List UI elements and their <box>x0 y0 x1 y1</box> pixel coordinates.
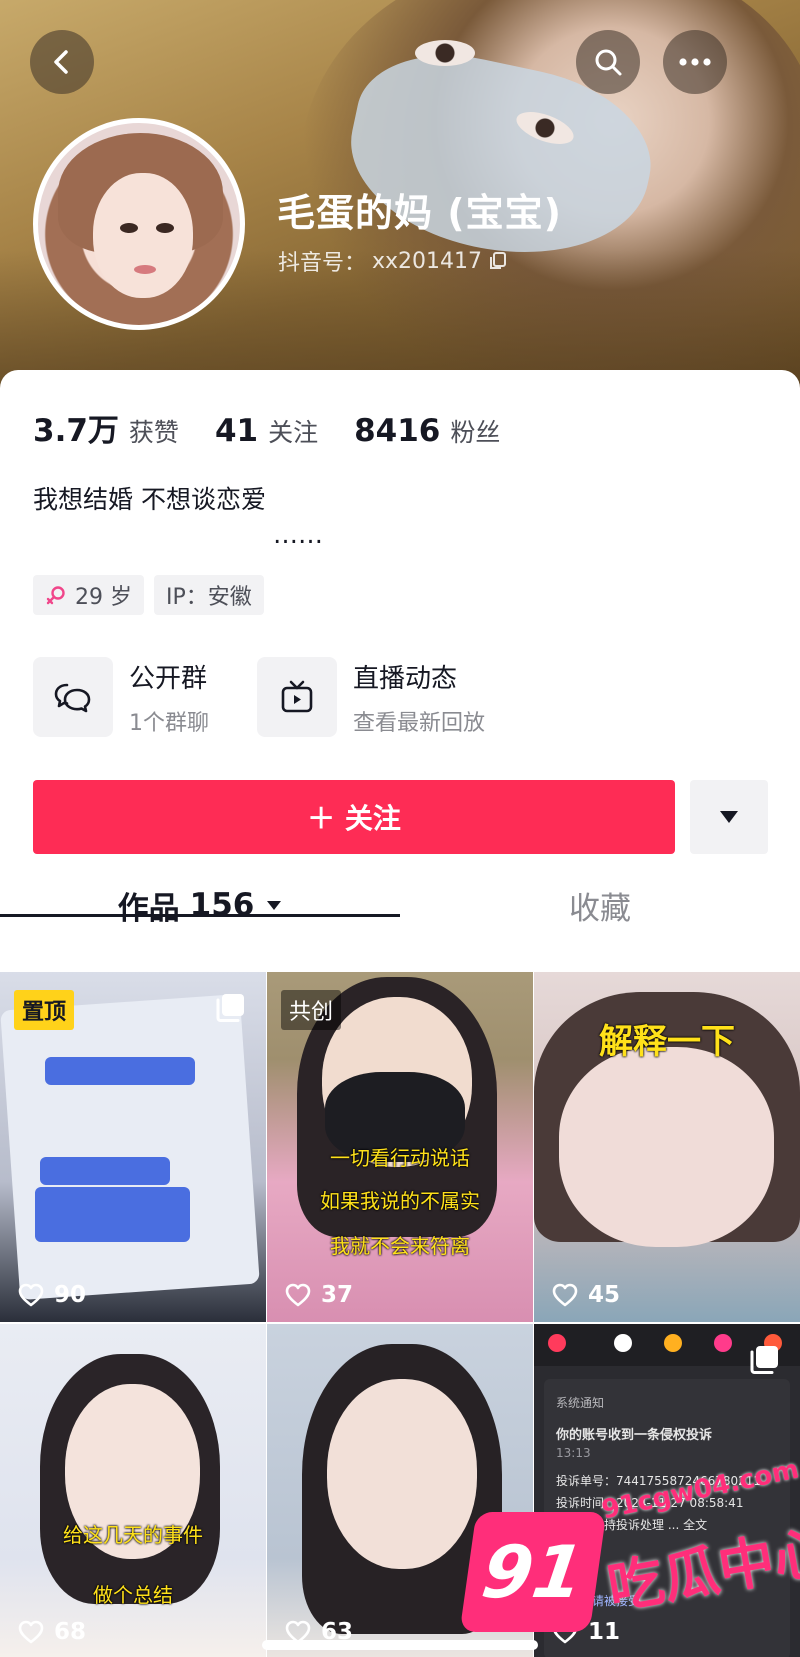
live-updates-subtitle: 查看最新回放 <box>353 710 486 736</box>
live-updates-title: 直播动态 <box>353 663 458 694</box>
douyin-id[interactable]: 抖音号： xx201417 <box>278 245 508 277</box>
like-count: 68 <box>18 1619 86 1645</box>
stat-followers-label: 粉丝 <box>450 418 501 447</box>
stat-followers[interactable]: 8416 粉丝 <box>354 413 500 449</box>
ip-tag: IP：安徽 <box>154 575 264 615</box>
douyin-id-value: xx201417 <box>372 248 483 274</box>
video-thumbnail[interactable]: 共创 一切看行动说话 如果我说的不属实 我就不会来符离 37 <box>267 972 533 1322</box>
pinned-badge: 置顶 <box>14 990 75 1030</box>
follow-button[interactable]: ＋ 关注 <box>33 780 675 854</box>
more-options-button[interactable] <box>663 30 727 94</box>
like-count: 45 <box>552 1282 620 1308</box>
stat-following-label: 关注 <box>268 418 319 447</box>
bio-expand[interactable]: …… <box>273 520 323 549</box>
copy-icon[interactable] <box>488 251 508 271</box>
video-caption: 一切看行动说话 <box>330 1146 470 1170</box>
search-icon <box>595 49 622 76</box>
caret-down-icon <box>267 900 282 910</box>
like-count-value: 68 <box>54 1619 87 1645</box>
video-thumbnail[interactable]: 解释一下 45 <box>534 972 800 1322</box>
video-title-overlay: 解释一下 <box>599 1022 735 1062</box>
public-group-subtitle: 1个群聊 <box>129 710 209 736</box>
avatar[interactable] <box>33 118 245 330</box>
tab-active-indicator <box>0 914 400 917</box>
heart-outline-icon <box>18 1620 44 1644</box>
like-count-value: 90 <box>54 1282 87 1308</box>
stat-following[interactable]: 41 关注 <box>215 413 318 449</box>
group-chat-icon <box>54 683 91 713</box>
tv-icon <box>281 680 313 713</box>
more-dots-icon <box>679 58 711 66</box>
video-thumbnail[interactable]: 置顶 90 <box>0 972 266 1322</box>
profile-tags: 29 岁 IP：安徽 <box>33 575 264 615</box>
like-count: 90 <box>18 1282 86 1308</box>
back-arrow-icon <box>54 50 68 74</box>
tab-works-count: 156 <box>189 887 255 923</box>
screen-notice: 系统通知 <box>556 1396 605 1410</box>
female-symbol-icon <box>46 586 65 605</box>
stat-likes-label: 获赞 <box>128 418 179 447</box>
search-button[interactable] <box>576 30 640 94</box>
co-create-badge: 共创 <box>281 990 342 1030</box>
stats-row: 3.7万 获赞 41 关注 8416 粉丝 <box>33 405 500 450</box>
video-caption: 做个总结 <box>93 1583 173 1607</box>
tab-favorites[interactable]: 收藏 <box>400 860 800 950</box>
public-group-entry[interactable]: 公开群 1个群聊 <box>33 657 209 737</box>
watermark-logo: 91 <box>459 1512 607 1632</box>
multi-image-icon <box>216 994 244 1022</box>
heart-outline-icon <box>18 1283 44 1307</box>
stat-likes-value: 3.7万 <box>33 413 119 449</box>
screen-headline: 你的账号收到一条侵权投诉 <box>556 1428 713 1443</box>
stat-likes[interactable]: 3.7万 获赞 <box>33 405 179 450</box>
like-count: 37 <box>285 1282 353 1308</box>
like-count-value: 37 <box>321 1282 354 1308</box>
video-caption: 如果我说的不属实 <box>320 1189 480 1213</box>
heart-outline-icon <box>285 1283 311 1307</box>
public-group-title: 公开群 <box>129 663 208 694</box>
stat-followers-value: 8416 <box>354 413 441 449</box>
feature-entries: 公开群 1个群聊 直播动态 查看最新回放 <box>33 657 485 737</box>
video-caption: 我就不会来符离 <box>330 1234 470 1258</box>
like-count-value: 45 <box>588 1282 621 1308</box>
profile-tabs: 作品 156 收藏 <box>0 860 800 950</box>
tab-works-label: 作品 <box>117 890 180 927</box>
screen-time: 13:13 <box>556 1446 591 1460</box>
profile-nickname: 毛蛋的妈 (宝宝) <box>277 191 562 235</box>
video-caption: 给这几天的事件 <box>63 1523 203 1547</box>
home-indicator[interactable] <box>262 1640 538 1650</box>
bio-text: 我想结婚 不想谈恋爱 <box>33 485 266 514</box>
live-updates-entry[interactable]: 直播动态 查看最新回放 <box>257 657 485 737</box>
heart-outline-icon <box>552 1283 578 1307</box>
stat-following-value: 41 <box>214 413 259 449</box>
age-tag: 29 岁 <box>33 575 144 615</box>
multi-image-icon <box>750 1346 778 1374</box>
follow-more-button[interactable] <box>690 780 768 854</box>
tab-works[interactable]: 作品 156 <box>0 860 400 950</box>
age-text: 29 岁 <box>75 585 132 610</box>
video-thumbnail[interactable]: 给这几天的事件 做个总结 68 <box>0 1324 266 1657</box>
ip-text: IP：安徽 <box>166 585 252 610</box>
back-button[interactable] <box>30 30 94 94</box>
caret-down-icon <box>720 811 738 823</box>
douyin-id-label: 抖音号： <box>278 251 367 276</box>
